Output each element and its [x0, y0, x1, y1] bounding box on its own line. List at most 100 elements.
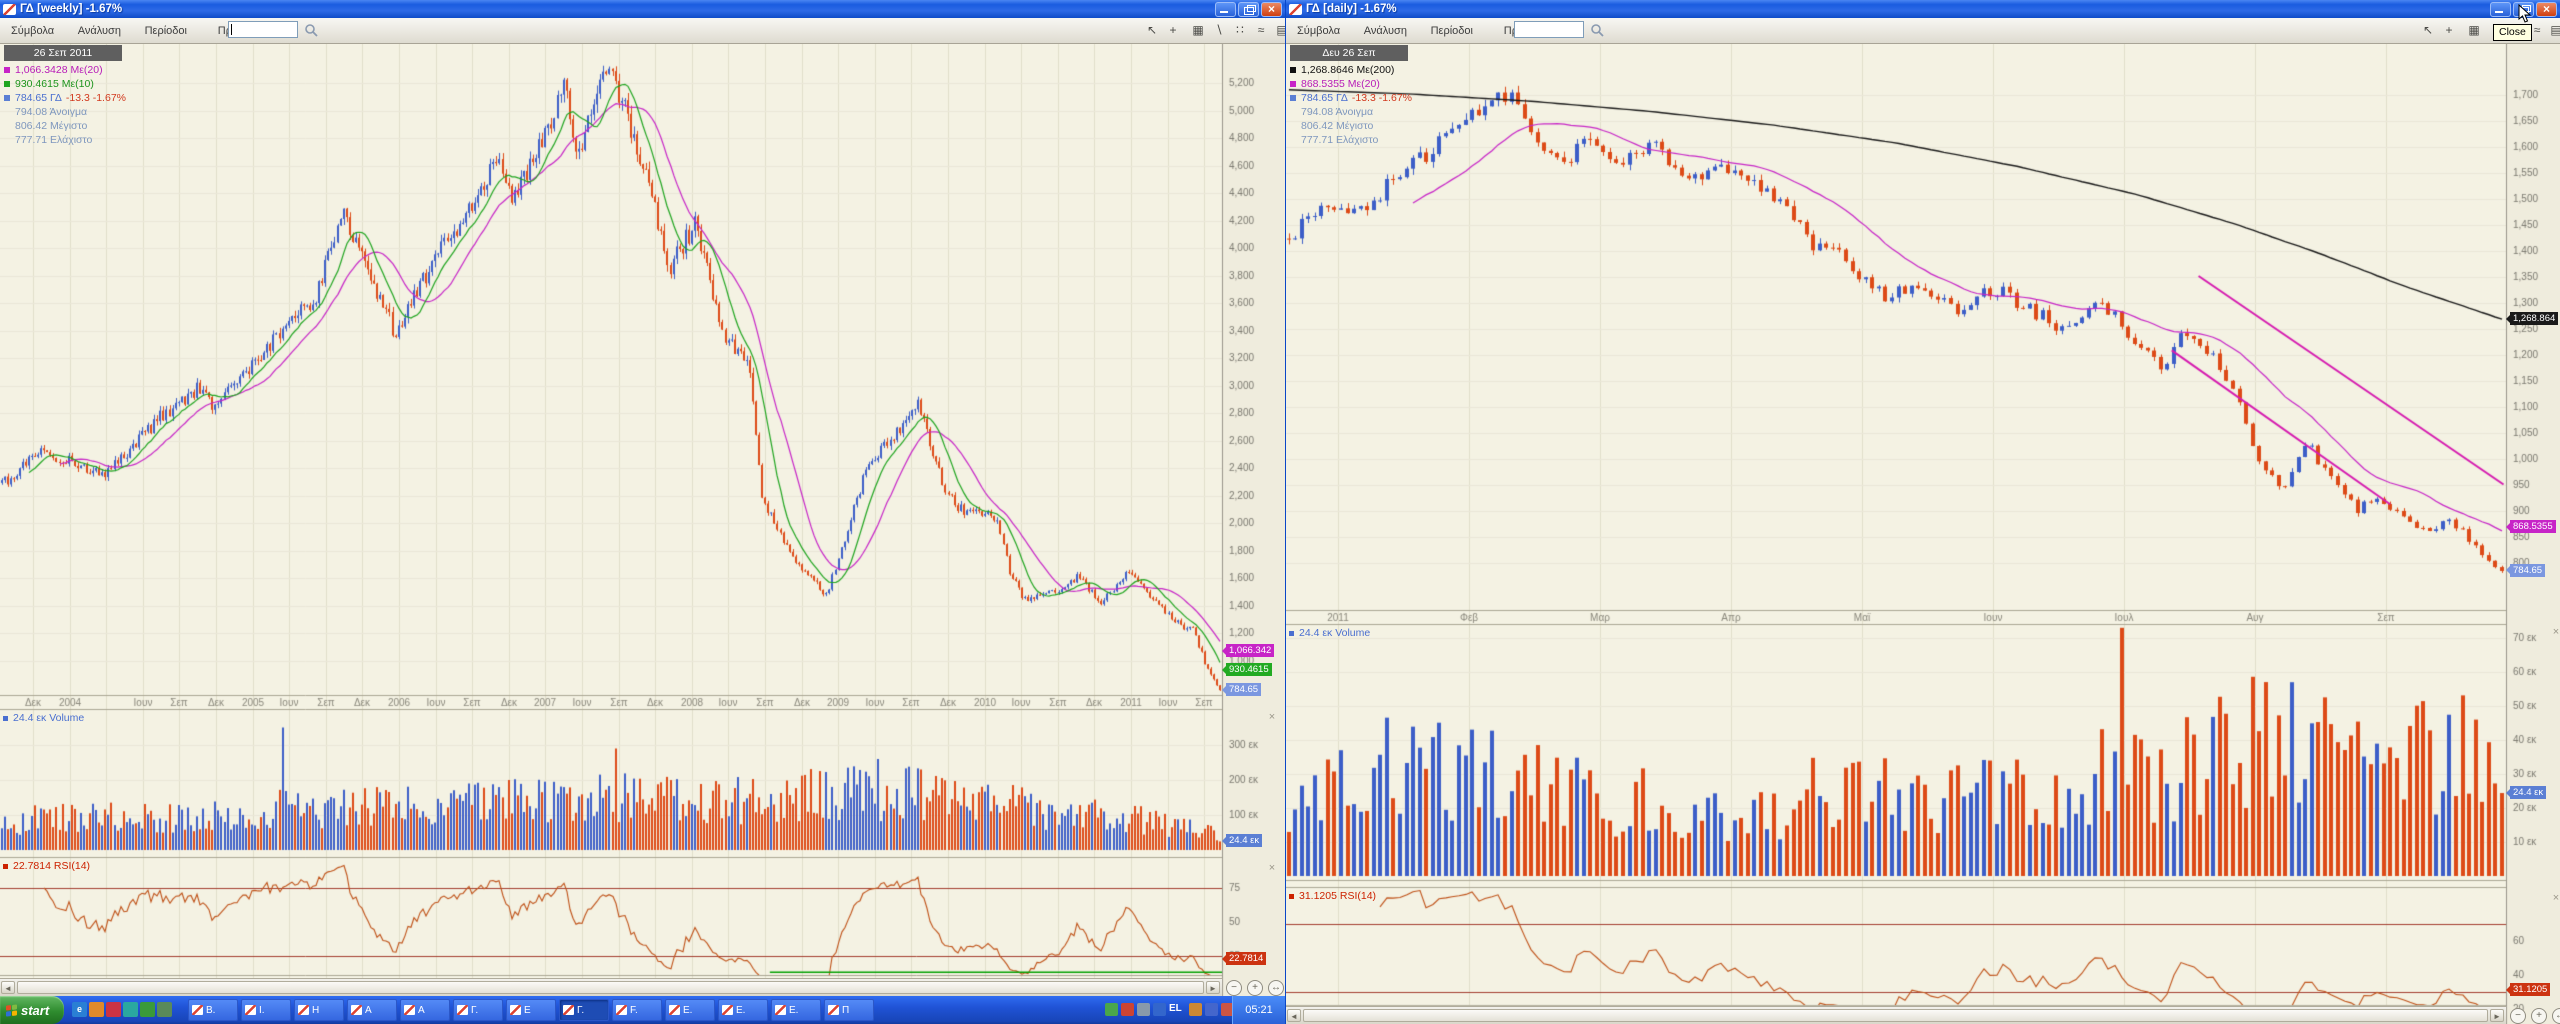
task-button-label: Α	[418, 1005, 425, 1016]
schedule-icon[interactable]	[89, 1002, 104, 1017]
search-input[interactable]	[228, 21, 298, 38]
recycle-bin-icon[interactable]	[157, 1002, 172, 1017]
display-tray-icon[interactable]	[1205, 1003, 1218, 1016]
save-icon[interactable]: ▤	[2547, 22, 2560, 40]
scroll-right-arrow[interactable]: ►	[1206, 981, 1220, 994]
language-indicator[interactable]: EL	[1169, 1003, 1182, 1014]
task-button-5[interactable]: Α	[400, 999, 450, 1021]
legend-text: 784.65 ΓΔ	[15, 92, 62, 104]
chart-window-icon	[351, 1005, 362, 1015]
menu-item-3[interactable]: Περίοδοι	[1426, 23, 1478, 39]
zoom-out-button[interactable]: −	[1226, 980, 1242, 996]
close-rsi-pane-icon[interactable]: ×	[1266, 863, 1278, 875]
antivirus-tray-icon[interactable]	[1105, 1003, 1118, 1016]
titlebar[interactable]: ΓΔ [daily] -1.67% ×	[1286, 0, 2560, 18]
pointer-icon[interactable]: ↖	[1143, 22, 1161, 40]
zoom-in-button[interactable]: +	[2531, 1008, 2547, 1024]
chart-window-icon	[510, 1005, 521, 1015]
internet-explorer-icon[interactable]: e	[72, 1002, 87, 1017]
close-button[interactable]: ×	[1261, 2, 1282, 17]
trendline-icon[interactable]: ∖	[1210, 22, 1228, 40]
legend-marker	[1290, 95, 1296, 101]
close-volume-pane-icon[interactable]: ×	[1266, 712, 1278, 724]
task-button-12[interactable]: Ε.	[771, 999, 821, 1021]
chart-window-icon	[298, 1005, 309, 1015]
zoom-out-button[interactable]: −	[2510, 1008, 2526, 1024]
chart-window-icon	[669, 1005, 680, 1015]
close-volume-pane-icon[interactable]: ×	[2550, 627, 2560, 639]
legend-change: -13.3 -1.67%	[66, 92, 126, 104]
menu-item-3[interactable]: Περίοδοι	[140, 23, 192, 39]
search-icon[interactable]	[1590, 23, 1604, 37]
horizontal-scrollbar[interactable]: ◄►	[0, 978, 1222, 996]
search-icon[interactable]	[304, 23, 318, 37]
messenger-icon[interactable]	[106, 1002, 121, 1017]
legend-text: 1,268.8646 Με(200)	[1301, 64, 1394, 76]
menu-item-1[interactable]: Σύμβολα	[6, 23, 59, 39]
price-badge: 1,268.864	[2510, 312, 2558, 325]
scroll-left-arrow[interactable]: ◄	[1, 981, 15, 994]
text-caret	[231, 24, 232, 35]
titlebar[interactable]: ΓΔ [weekly] -1.67% ×	[0, 0, 1285, 18]
task-button-4[interactable]: Α	[347, 999, 397, 1021]
volume-tray-icon[interactable]	[1189, 1003, 1202, 1016]
zoom-fit-button[interactable]: ↔	[2552, 1008, 2560, 1024]
window-title: ΓΔ [weekly] -1.67%	[20, 3, 122, 15]
zoom-in-icon[interactable]: +	[2440, 22, 2458, 40]
legend-row: 1,066.3428 Με(20)	[4, 63, 126, 77]
menu-item-1[interactable]: Σύμβολα	[1292, 23, 1345, 39]
legend-date: 26 Σεπ 2011	[4, 45, 126, 63]
minimize-button[interactable]	[1215, 2, 1236, 17]
close-button[interactable]: ×	[2536, 2, 2557, 17]
restore-button[interactable]	[1238, 2, 1259, 17]
legend-text: 806.42 Μέγιστο	[1301, 120, 1373, 132]
price-badge: 868.5355	[2510, 520, 2556, 533]
grid-icon[interactable]: ▦	[2465, 22, 2483, 40]
horizontal-scrollbar[interactable]: ◄►	[1286, 1006, 2506, 1024]
media-player-icon[interactable]	[140, 1002, 155, 1017]
globe-icon[interactable]	[123, 1002, 138, 1017]
close-rsi-pane-icon[interactable]: ×	[2550, 893, 2560, 905]
taskbar-clock[interactable]: 05:21	[1232, 996, 1285, 1024]
task-button-3[interactable]: Η	[294, 999, 344, 1021]
menu-item-2[interactable]: Ανάλυση	[1359, 23, 1412, 39]
scroll-right-arrow[interactable]: ►	[2490, 1009, 2504, 1022]
task-button-2[interactable]: Ι.	[241, 999, 291, 1021]
zoom-in-button[interactable]: +	[1247, 980, 1263, 996]
task-button-1[interactable]: Β.	[188, 999, 238, 1021]
chart-icon[interactable]: ≈	[1252, 22, 1270, 40]
network-tray-icon[interactable]	[1137, 1003, 1150, 1016]
minimize-button[interactable]	[2490, 2, 2511, 17]
task-button-10[interactable]: Ε.	[665, 999, 715, 1021]
start-button[interactable]: start	[0, 996, 64, 1024]
task-button-13[interactable]: Π	[824, 999, 874, 1021]
zoom-in-icon[interactable]: +	[1164, 22, 1182, 40]
task-button-label: Ε	[524, 1005, 531, 1016]
task-button-6[interactable]: Γ.	[453, 999, 503, 1021]
task-button-7[interactable]: Ε	[506, 999, 556, 1021]
menu-item-2[interactable]: Ανάλυση	[73, 23, 126, 39]
scroll-thumb[interactable]	[1303, 1009, 2488, 1022]
task-button-8[interactable]: Γ.	[559, 999, 609, 1021]
pointer-icon[interactable]: ↖	[2419, 22, 2437, 40]
chart-window-icon	[457, 1005, 468, 1015]
search-input[interactable]	[1514, 21, 1584, 38]
legend-row: 794.08 Άνοιγμα	[1290, 105, 1412, 119]
scroll-thumb[interactable]	[17, 981, 1204, 994]
updates-tray-icon[interactable]	[1153, 1003, 1166, 1016]
chart-canvas[interactable]	[1286, 44, 2560, 1024]
task-button-9[interactable]: F.	[612, 999, 662, 1021]
grid-icon[interactable]: ▦	[1189, 22, 1207, 40]
zoom-fit-button[interactable]: ↔	[1268, 980, 1284, 996]
task-button-label: Γ.	[577, 1005, 584, 1016]
rsi-marker	[1289, 894, 1294, 899]
legend-marker	[4, 95, 10, 101]
alert-tray-icon[interactable]	[1121, 1003, 1134, 1016]
scroll-left-arrow[interactable]: ◄	[1287, 1009, 1301, 1022]
chart-canvas[interactable]	[0, 44, 1285, 996]
legend-text: 777.71 Ελάχιστο	[15, 134, 92, 146]
legend-text: 777.71 Ελάχιστο	[1301, 134, 1378, 146]
task-button-11[interactable]: Ε.	[718, 999, 768, 1021]
legend-text: 794.08 Άνοιγμα	[15, 106, 87, 118]
pattern-icon[interactable]: ∷	[1231, 22, 1249, 40]
